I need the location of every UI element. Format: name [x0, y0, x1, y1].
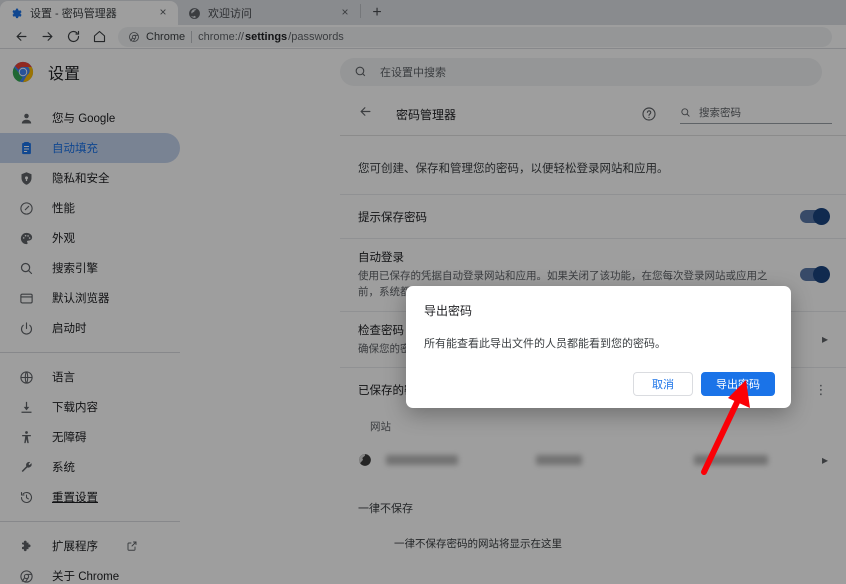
dialog-message: 所有能查看此导出文件的人员都能看到您的密码。	[424, 338, 666, 350]
cancel-button[interactable]: 取消	[633, 372, 693, 396]
export-passwords-dialog: 导出密码 所有能查看此导出文件的人员都能看到您的密码。 取消 导出密码	[406, 286, 791, 408]
dialog-actions: 取消 导出密码	[633, 372, 775, 396]
dialog-title: 导出密码	[424, 304, 473, 318]
browser-window: 设置 - 密码管理器 × 欢迎访问 × + Chrome chrome:// s…	[0, 0, 846, 584]
export-passwords-button[interactable]: 导出密码	[701, 372, 775, 396]
